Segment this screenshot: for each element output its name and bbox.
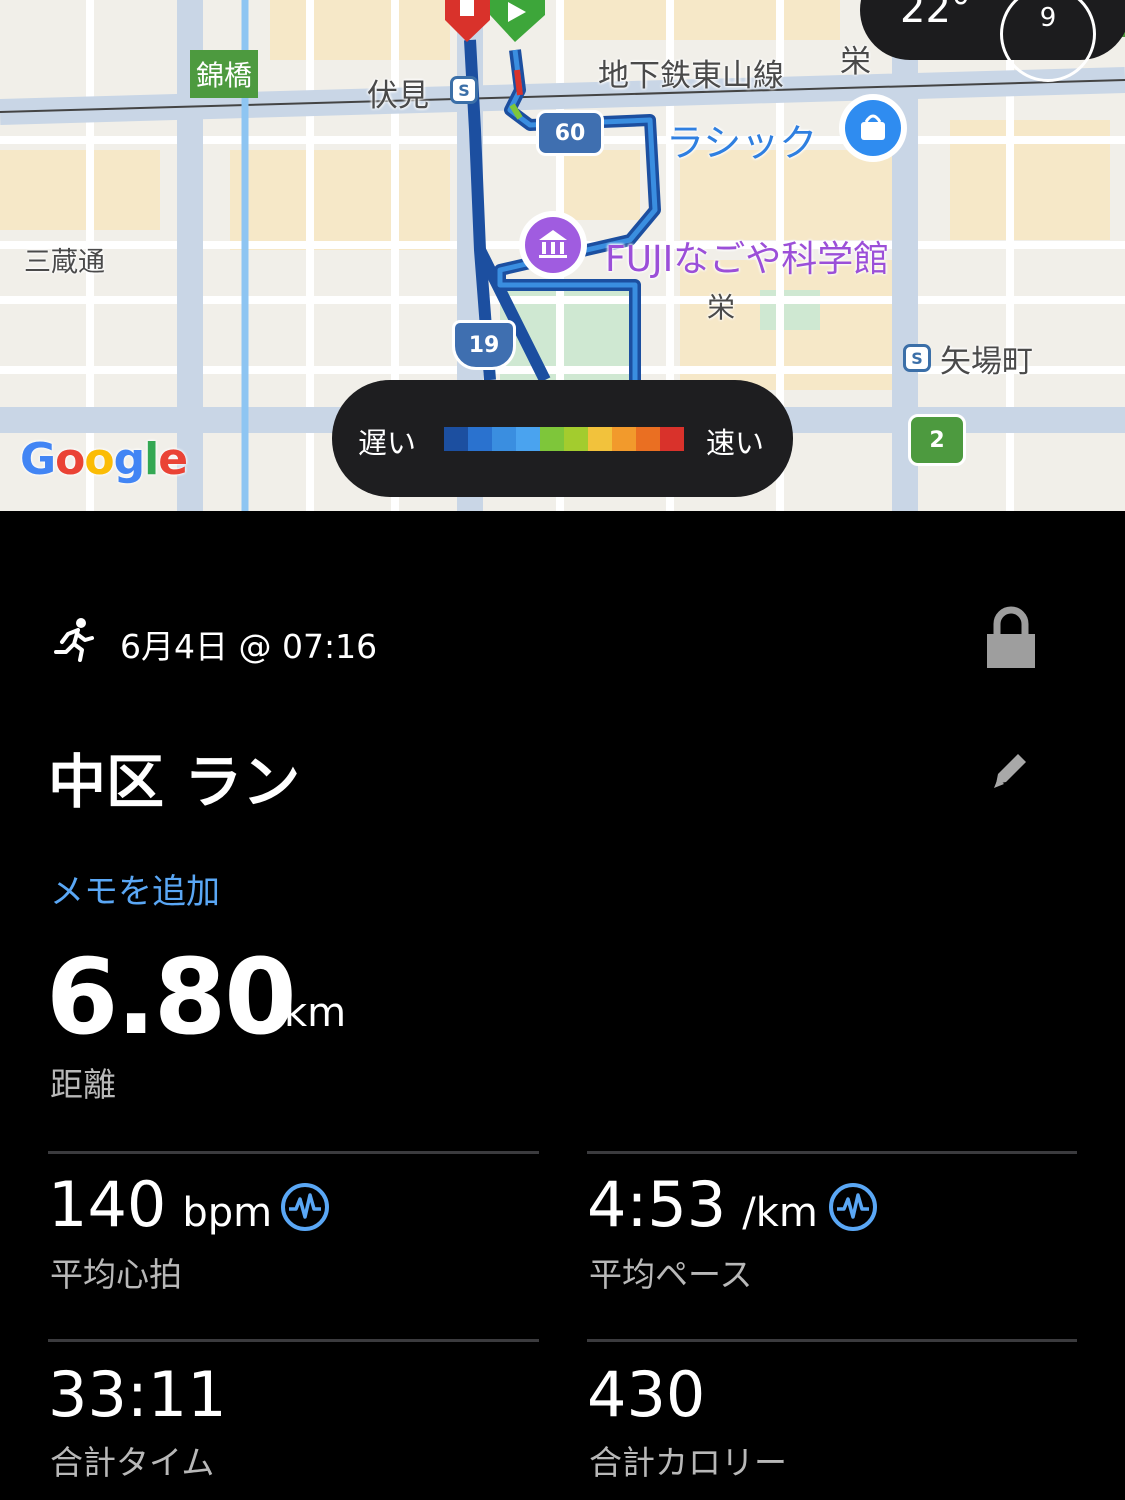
route-map[interactable]: 錦橋 伏見 S 地下鉄東山線 栄 60 ラシック 三蔵通 FUJIなごや科学館 … (0, 0, 1125, 511)
map-label-sanzo: 三蔵通 (24, 247, 105, 278)
pace-chart-icon[interactable] (827, 1181, 879, 1233)
route-shield-19: 19 (452, 320, 516, 370)
heart-rate-value: 140 (48, 1168, 167, 1241)
speed-legend-segment (492, 427, 516, 451)
pace-unit: /km (742, 1190, 818, 1236)
map-label-sakae: 栄 (707, 291, 736, 324)
total-calories-value: 430 (587, 1358, 706, 1431)
pencil-edit-icon[interactable] (988, 748, 1032, 792)
google-logo-letter: o (84, 434, 114, 485)
speed-legend-slow: 遅い (358, 426, 417, 460)
speed-legend-fast: 速い (706, 426, 765, 460)
google-logo: Google (20, 434, 188, 485)
speed-legend-segment (444, 427, 468, 451)
total-calories-label: 合計カロリー (589, 1443, 787, 1482)
google-logo-letter: o (55, 434, 85, 485)
subway-station-icon: S (903, 344, 931, 372)
map-label-yabacho: 矢場町 (940, 344, 1033, 380)
google-logo-letter: l (144, 434, 159, 485)
total-time-label: 合計タイム (50, 1443, 215, 1482)
speed-legend-segment (588, 427, 612, 451)
stat-divider (587, 1151, 1077, 1154)
heart-rate-stat[interactable]: 140 bpm (48, 1168, 272, 1241)
map-label-subway-line: 地下鉄東山線 (598, 58, 784, 94)
weather-widget[interactable]: 22° 9 (860, 0, 1125, 82)
map-label-museum[interactable]: FUJIなごや科学館 (605, 230, 889, 282)
map-label-nishiki: 錦橋 (190, 50, 259, 98)
stat-divider (587, 1339, 1077, 1342)
speed-legend-segment (636, 427, 660, 451)
route-shield-60: 60 (536, 110, 604, 156)
lock-icon[interactable] (984, 606, 1038, 670)
activity-date: 6月4日 @ 07:16 (120, 627, 378, 666)
speed-legend-segment (468, 427, 492, 451)
pace-label: 平均ペース (589, 1255, 753, 1294)
speed-legend-segment (564, 427, 588, 451)
speed-legend-segment (516, 427, 540, 451)
heart-rate-chart-icon[interactable] (279, 1181, 331, 1233)
temperature: 22° (900, 0, 971, 32)
google-logo-letter: G (20, 434, 56, 485)
speed-legend-segment (660, 427, 684, 451)
map-label-fushimi: 伏見 (367, 78, 429, 114)
subway-station-icon: S (450, 76, 478, 104)
heart-rate-unit: bpm (182, 1190, 273, 1236)
google-logo-letter: g (113, 434, 145, 485)
activity-title: 中区 ラン (48, 748, 301, 816)
google-logo-letter: e (158, 434, 188, 485)
map-label-lachic[interactable]: ラシック (666, 112, 817, 167)
distance-label: 距離 (50, 1065, 116, 1104)
speed-legend-segment (540, 427, 564, 451)
total-time-value: 33:11 (48, 1358, 227, 1431)
pace-stat[interactable]: 4:53/km (587, 1168, 818, 1241)
route-shield-2: 2 (908, 414, 966, 466)
distance-unit: km (284, 990, 347, 1036)
speed-legend-segment (612, 427, 636, 451)
running-person-icon (54, 618, 94, 662)
heart-rate-label: 平均心拍 (50, 1255, 182, 1294)
pace-value: 4:53 (587, 1168, 727, 1241)
stat-divider (48, 1339, 539, 1342)
add-memo-link[interactable]: メモを追加 (50, 864, 220, 913)
stat-divider (48, 1151, 539, 1154)
speed-legend: 遅い 速い (332, 380, 793, 497)
compass-number: 9 (1039, 3, 1057, 33)
speed-legend-gradient (444, 427, 684, 451)
map-label-sakae-top: 栄 (840, 44, 871, 80)
distance-value: 6.80 (46, 936, 297, 1058)
